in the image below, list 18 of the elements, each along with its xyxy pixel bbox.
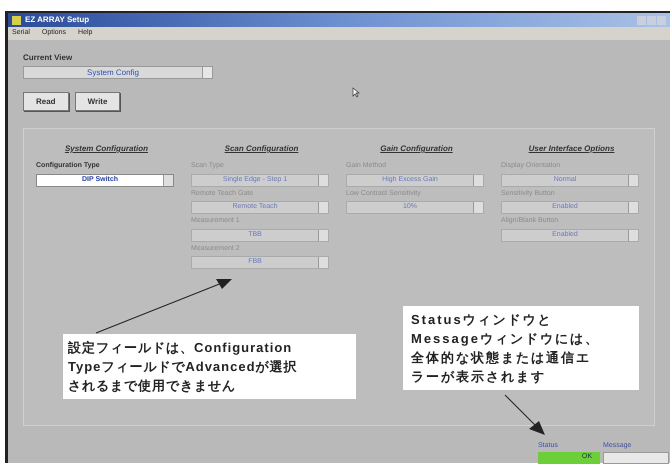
close-button[interactable]	[657, 16, 666, 24]
maximize-button[interactable]	[647, 16, 656, 24]
mouse-cursor-icon	[352, 87, 361, 98]
section-heading: System Configuration	[64, 143, 150, 155]
message-field	[603, 452, 669, 464]
action-button[interactable]: Read	[23, 92, 69, 111]
app-icon	[12, 16, 21, 24]
leader-arrow	[503, 393, 547, 437]
section-heading: Gain Configuration	[379, 143, 454, 155]
minimize-button[interactable]	[637, 16, 646, 24]
callout-note: Statusウィンドウと Messageウィンドウには、 全体的な状態または通信エ ラーが表示されます	[403, 306, 639, 390]
section-heading: Scan Configuration	[224, 143, 300, 155]
callout-note: 設定フィールドは、Configuration TypeフィールドでAdvancedが選択 されるまで使用できません	[63, 334, 356, 399]
section-heading: User Interface Options	[528, 143, 616, 155]
view-dropdown[interactable]: System Config	[23, 66, 213, 79]
field-label: Current View	[23, 52, 74, 64]
action-button[interactable]: Write	[74, 92, 120, 111]
window-title: EZ ARRAY Setup	[25, 14, 90, 26]
